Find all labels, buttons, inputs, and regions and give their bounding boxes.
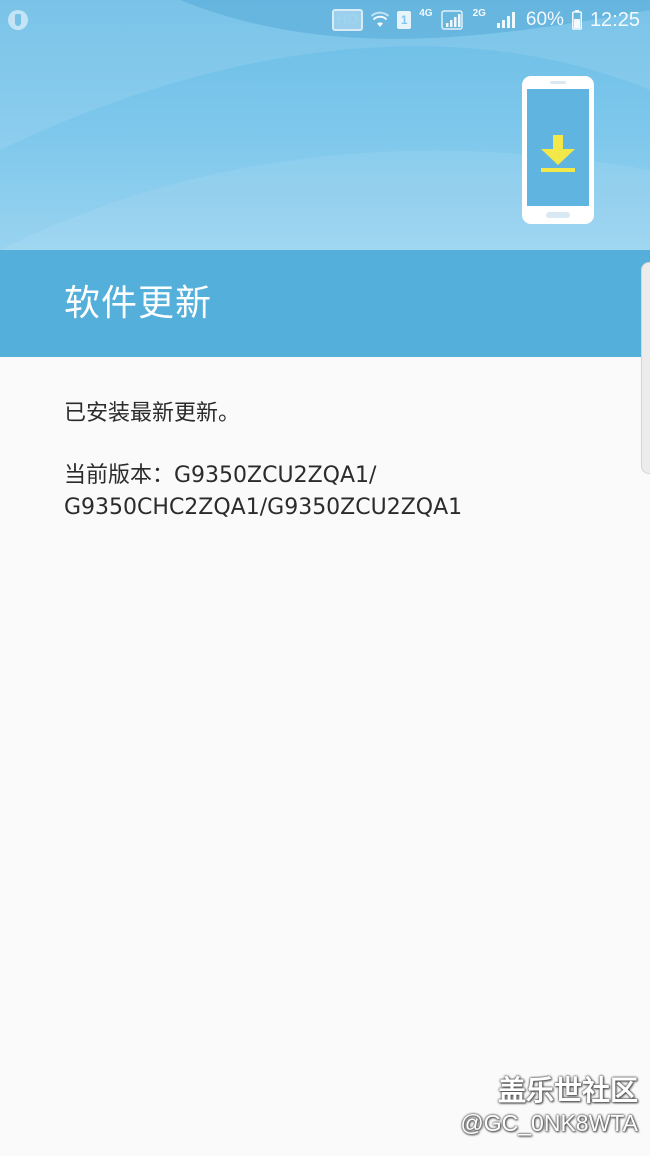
watermark-brand: 盖乐世社区 xyxy=(497,1075,638,1106)
status-icons: HD 1 4G 2G 60% 12:25 xyxy=(331,6,640,34)
watermark-user: @GC_0NK8WTA xyxy=(460,1110,638,1136)
current-version-line-1: 当前版本：G9350ZCU2ZQA1/ xyxy=(64,463,377,488)
update-status-message: 已安装最新更新。 xyxy=(64,401,241,426)
sync-icon xyxy=(8,10,28,30)
scroll-edge-handle[interactable] xyxy=(641,262,650,474)
status-bar: HD 1 4G 2G 60% 12:25 xyxy=(0,0,650,40)
status-clock: 12:25 xyxy=(589,8,640,31)
hd-voice-badge: HD xyxy=(331,9,364,31)
phone-download-icon xyxy=(522,76,594,224)
network-4g-label: 4G xyxy=(419,8,433,19)
current-version-line-2: G9350CHC2ZQA1/G9350ZCU2ZQA1 xyxy=(64,495,463,520)
update-info: 已安装最新更新。 当前版本：G9350ZCU2ZQA1/ G9350CHC2ZQ… xyxy=(64,398,624,524)
wifi-icon xyxy=(371,11,390,27)
battery-percentage: 60% xyxy=(525,9,564,30)
signal-icon xyxy=(440,10,463,30)
page-title: 软件更新 xyxy=(64,283,213,324)
hero-banner: HD 1 4G 2G 60% 12:25 xyxy=(0,0,650,250)
signal-2-icon xyxy=(496,12,515,28)
battery-icon xyxy=(571,10,582,30)
network-2g-label: 2G xyxy=(472,8,486,19)
sim-card-icon: 1 xyxy=(397,11,412,29)
watermark: 盖乐世社区 @GC_0NK8WTA xyxy=(460,1074,638,1138)
